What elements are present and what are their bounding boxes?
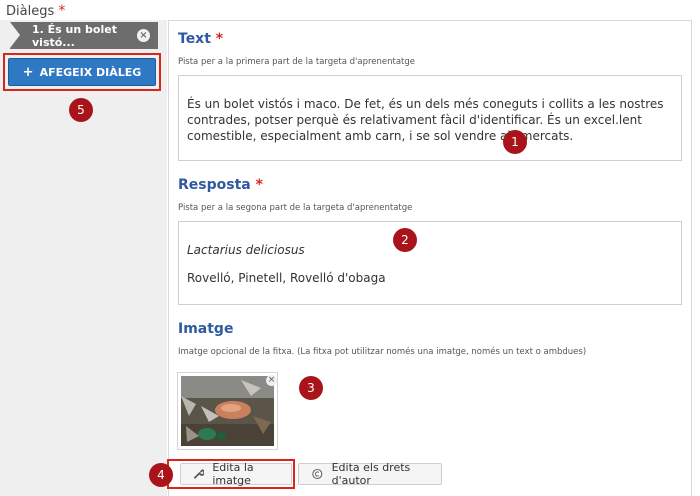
dialegs-label-text: Diàlegs [6,4,55,19]
edit-image-label: Edita la imatge [212,461,254,487]
wrench-icon [194,469,205,479]
required-asterisk: * [58,3,66,19]
required-asterisk: * [215,31,224,47]
answer-scientific-name: Lactarius deliciosus [187,243,305,257]
dialegs-label: Diàlegs * [6,3,65,19]
copyright-icon [312,468,323,480]
answer-field-title-label: Resposta [178,177,251,193]
dialog-tab-1[interactable]: 1. És un bolet vistó... × [10,22,158,49]
annotation-badge-1: 1 [503,130,527,154]
remove-image-icon[interactable]: × [266,375,277,386]
image-thumbnail[interactable]: × [177,372,278,450]
edit-copyright-label: Edita els drets d'autor [331,461,411,487]
text-field-title: Text * [178,31,223,47]
required-asterisk: * [255,177,263,193]
answer-field-hint: Pista per a la segona part de la targeta… [178,203,413,213]
add-dialog-button[interactable]: + AFEGEIX DIÀLEG [8,58,156,86]
text-field-title-label: Text [178,31,211,47]
annotation-badge-2: 2 [393,228,417,252]
annotation-badge-3: 3 [299,376,323,400]
mushroom-photo [181,376,274,446]
image-field-title: Imatge [178,321,234,337]
text-field-editor[interactable]: És un bolet vistós i maco. De fet, és un… [178,75,682,161]
edit-copyright-button[interactable]: Edita els drets d'autor [298,461,442,487]
edit-image-button[interactable]: Edita la imatge [180,461,292,487]
text-field-value: És un bolet vistós i maco. De fet, és un… [187,97,664,143]
answer-field-title: Resposta * [178,177,263,193]
annotation-badge-4: 4 [149,463,173,487]
image-field-hint: Imatge opcional de la fitxa. (La fitxa p… [178,347,587,357]
add-dialog-label: AFEGEIX DIÀLEG [39,65,142,79]
dialog-list-pane [0,20,167,496]
text-field-hint: Pista per a la primera part de la target… [178,57,416,67]
plus-icon: + [22,64,34,80]
annotation-badge-5: 5 [69,98,93,122]
answer-common-names: Rovelló, Pinetell, Rovelló d'obaga [187,271,386,285]
answer-field-editor[interactable]: Lactarius deliciosus Rovelló, Pinetell, … [178,221,682,305]
add-dialog-highlight: + AFEGEIX DIÀLEG [3,53,161,91]
close-icon[interactable]: × [137,29,150,42]
